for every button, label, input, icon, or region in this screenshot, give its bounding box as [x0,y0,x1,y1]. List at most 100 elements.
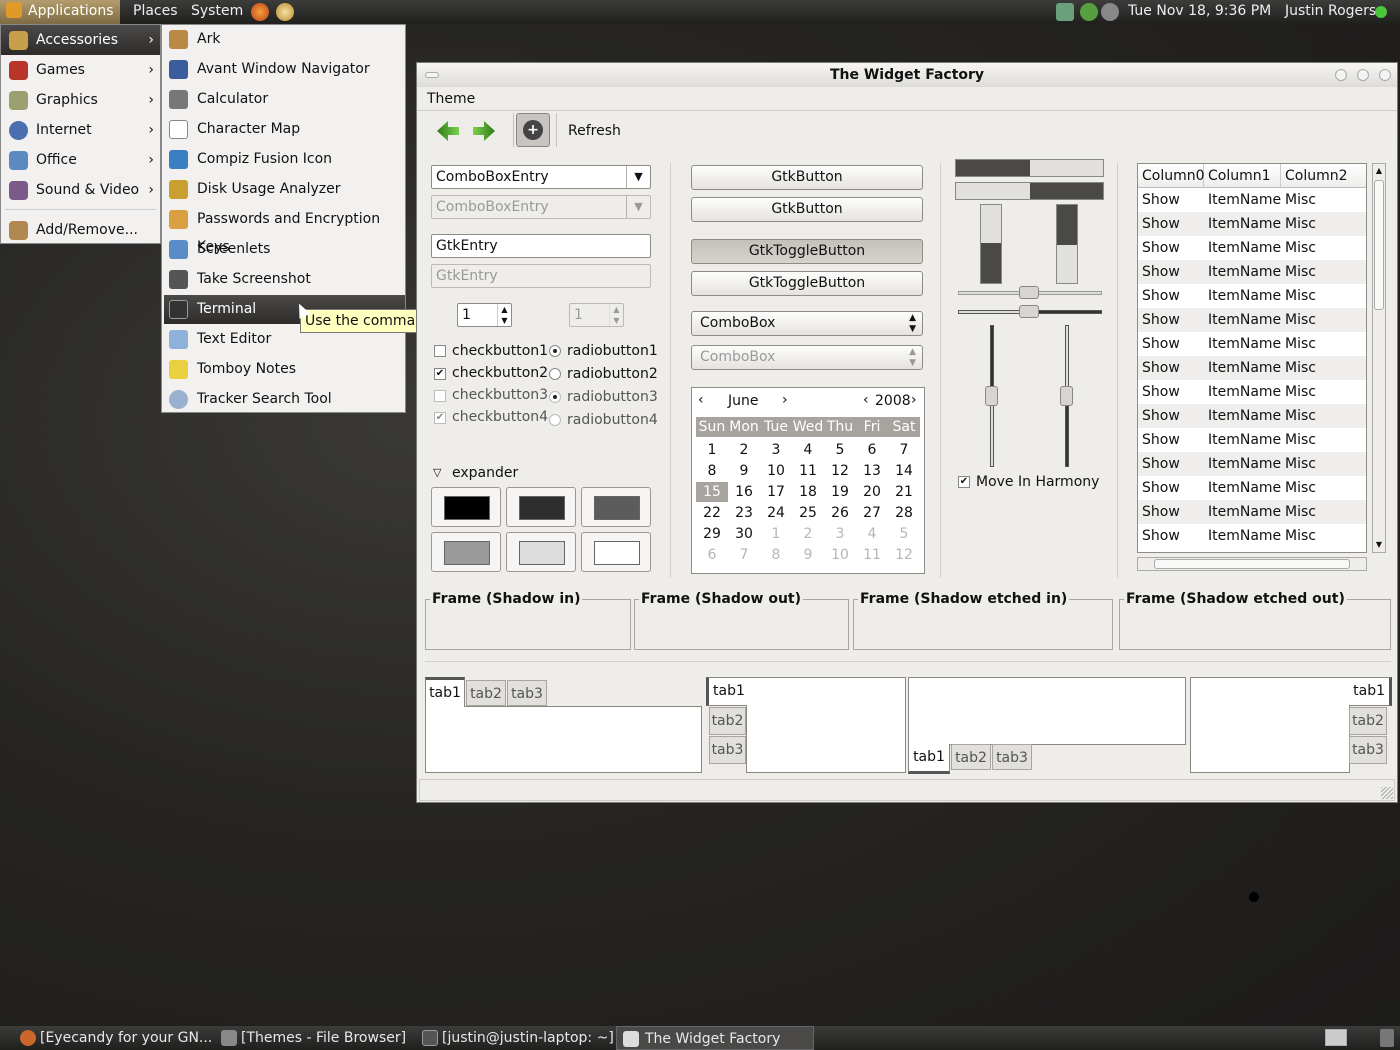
table-row[interactable]: Show ItemName Misc [1138,524,1366,548]
calendar-day[interactable]: 11 [792,461,824,481]
calendar-day[interactable]: 1 [696,440,728,460]
task-eyecandy[interactable]: [Eyecandy for your GN... [18,1026,212,1050]
checkbox-2[interactable]: ✔ [434,368,446,380]
calendar-day[interactable]: 23 [728,503,760,523]
minimize-icon[interactable] [1335,69,1347,81]
calendar-day[interactable]: 2 [792,524,824,544]
table-row[interactable]: Show ItemName Misc [1138,476,1366,500]
table-row[interactable]: Show ItemName Misc [1138,308,1366,332]
submenu-item-tomboy[interactable]: Tomboy Notes [164,355,405,384]
refresh-button[interactable]: Refresh [568,123,621,139]
calendar-day[interactable]: 10 [760,461,792,481]
calendar-day[interactable]: 3 [760,440,792,460]
menu-item-sound-video[interactable]: Sound & Video › [1,175,160,205]
submenu-item-screenlets[interactable]: Screenlets [164,235,405,264]
calendar-day[interactable]: 27 [856,503,888,523]
hscale-2-handle[interactable] [1019,305,1039,318]
add-button[interactable]: + [516,113,550,147]
gtk-entry[interactable]: GtkEntry [431,234,651,258]
prev-month-icon[interactable]: ‹ [698,392,704,408]
combobox-entry[interactable]: ComboBoxEntry ▼ [431,165,651,189]
menu-item-graphics[interactable]: Graphics › [1,85,160,115]
prev-year-icon[interactable]: ‹ [863,392,869,408]
color-button-black[interactable] [431,487,501,527]
window-menu-icon[interactable] [425,72,439,78]
workspace-switcher[interactable] [1325,1029,1347,1046]
scrollbar-thumb[interactable] [1154,559,1350,569]
calendar-day[interactable]: 8 [760,545,792,565]
task-terminal[interactable]: [justin@justin-laptop: ~] [420,1026,614,1050]
calendar-day[interactable]: 14 [888,461,920,481]
submenu-item-compiz[interactable]: Compiz Fusion Icon [164,145,405,174]
volume-icon[interactable] [1101,3,1119,21]
scroll-up-icon[interactable]: ▲ [1373,164,1385,178]
menu-item-internet[interactable]: Internet › [1,115,160,145]
calendar-day[interactable]: 25 [792,503,824,523]
scroll-down-icon[interactable]: ▼ [1373,538,1385,552]
calendar-day[interactable]: 17 [760,482,792,502]
calendar-day[interactable]: 6 [856,440,888,460]
harmony-checkbox[interactable]: ✔ [958,476,970,488]
calendar-day[interactable]: 6 [696,545,728,565]
chevron-down-icon[interactable]: ▼ [626,166,650,188]
submenu-item-screenshot[interactable]: Take Screenshot [164,265,405,294]
notebook-2-tab2[interactable]: tab2 [709,707,746,735]
checkbox-1[interactable] [434,345,446,357]
color-button-lightgray[interactable] [506,532,576,572]
table-row[interactable]: Show ItemName Misc [1138,188,1366,212]
calendar-day[interactable]: 9 [728,461,760,481]
calendar-day[interactable]: 26 [824,503,856,523]
clock[interactable]: Tue Nov 18, 9:36 PM [1122,0,1277,24]
table-row[interactable]: Show ItemName Misc [1138,332,1366,356]
web-launcher-icon[interactable] [276,3,294,21]
notebook-1-tab3[interactable]: tab3 [507,680,547,706]
color-button-midgray[interactable] [431,532,501,572]
table-row[interactable]: Show ItemName Misc [1138,236,1366,260]
menu-item-add-remove[interactable]: Add/Remove... [1,215,160,245]
calendar-day[interactable]: 24 [760,503,792,523]
calendar-day[interactable]: 20 [856,482,888,502]
combobox[interactable]: ComboBox ▲ ▼ [691,311,923,336]
applications-menu[interactable]: Applications [0,0,120,24]
maximize-icon[interactable] [1357,69,1369,81]
calendar-day[interactable]: 22 [696,503,728,523]
expander-label[interactable]: expander [452,465,518,481]
radio-1[interactable] [549,345,561,357]
calendar-day[interactable]: 9 [792,545,824,565]
task-file-browser[interactable]: [Themes - File Browser] [219,1026,406,1050]
vscale-2-handle[interactable] [1060,386,1073,406]
calendar-day[interactable]: 21 [888,482,920,502]
firefox-launcher-icon[interactable] [251,3,269,21]
calendar-day[interactable]: 7 [728,545,760,565]
notebook-4-tab3[interactable]: tab3 [1349,736,1387,764]
notebook-2-tab1[interactable]: tab1 [706,677,747,706]
table-row[interactable]: Show ItemName Misc [1138,500,1366,524]
calendar-day[interactable]: 2 [728,440,760,460]
resize-grip-icon[interactable] [1381,787,1393,799]
table-row[interactable]: Show ItemName Misc [1138,404,1366,428]
notebook-1-tab2[interactable]: tab2 [466,680,506,706]
notebook-3-tab3[interactable]: tab3 [992,744,1032,770]
calendar-day[interactable]: 5 [888,524,920,544]
expander-arrow-icon[interactable]: ▽ [433,465,441,481]
calendar-day[interactable]: 18 [792,482,824,502]
radio-2[interactable] [549,368,561,380]
table-row[interactable]: Show ItemName Misc [1138,212,1366,236]
menu-theme[interactable]: Theme [427,91,475,107]
table-row[interactable]: Show ItemName Misc [1138,356,1366,380]
calendar-day[interactable]: 4 [792,440,824,460]
spin-arrows-icon[interactable]: ▲ ▼ [497,304,511,326]
user-name[interactable]: Justin Rogers [1279,0,1382,24]
system-menu[interactable]: System [185,0,249,24]
menu-item-office[interactable]: Office › [1,145,160,175]
calendar-day[interactable]: 12 [888,545,920,565]
close-icon[interactable] [1379,69,1391,81]
calendar-day[interactable]: 10 [824,545,856,565]
color-button-white[interactable] [581,532,651,572]
submenu-item-calculator[interactable]: Calculator [164,85,405,114]
network-manager-icon[interactable] [1056,3,1074,21]
column-header-0[interactable]: Column0 [1138,164,1205,188]
submenu-item-disk-usage[interactable]: Disk Usage Analyzer [164,175,405,204]
calendar-day[interactable]: 28 [888,503,920,523]
spin-button[interactable]: 1 ▲ ▼ [457,303,512,327]
